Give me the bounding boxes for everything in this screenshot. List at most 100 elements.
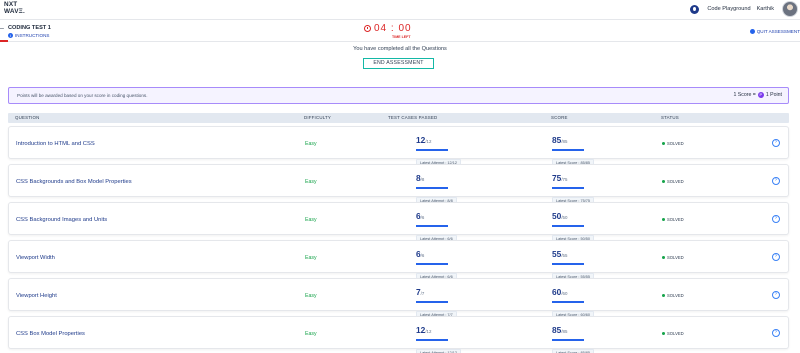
question-name[interactable]: Viewport Height: [16, 293, 57, 299]
completion-message: You have completed all the Questions: [353, 46, 447, 52]
status-badge: SOLVED: [662, 255, 684, 260]
question-name[interactable]: CSS Background Images and Units: [16, 217, 107, 223]
test-cases-total: /12: [425, 329, 432, 334]
score-progress-fill: [552, 149, 584, 151]
score-total: /85: [561, 329, 568, 334]
score-total: /60: [561, 291, 568, 296]
score-total: /85: [561, 139, 568, 144]
arrow-circle-right-icon[interactable]: ›: [772, 253, 780, 261]
latest-score-badge: Latest Score : 85/85: [552, 349, 594, 353]
top-bar: NXT WAVΞ. Code Playground Karthik: [0, 0, 800, 19]
arrow-circle-right-icon[interactable]: ›: [772, 215, 780, 223]
arrow-circle-right-icon[interactable]: ›: [772, 139, 780, 147]
score-progress-fill: [552, 339, 584, 341]
score-progress-bar: [552, 149, 584, 151]
score-progress-bar: [552, 339, 584, 341]
exit-icon: [749, 29, 755, 34]
table-row[interactable]: Viewport Width Easy 6/6 Latest Attempt : 6/…: [8, 240, 789, 281]
column-header-difficulty: DIFFICULTY: [304, 115, 332, 120]
difficulty-label: Easy: [305, 293, 317, 299]
quit-assessment-label: QUIT ASSESSMENT: [756, 29, 800, 34]
countdown-timer: 04 : 00: [364, 23, 412, 34]
score-progress-bar: [552, 263, 584, 265]
points-rate-left: 1 Score =: [733, 92, 756, 98]
timer-value: 04 : 00: [374, 23, 412, 34]
active-tab-indicator: [0, 40, 8, 42]
points-info-text: Points will be awarded based on your sco…: [17, 93, 148, 98]
test-cases-progress-bar: [416, 187, 448, 189]
status-badge: SOLVED: [662, 331, 684, 336]
user-name[interactable]: Karthik: [757, 6, 774, 12]
arrow-circle-right-icon[interactable]: ›: [772, 177, 780, 185]
status-dot-icon: [662, 256, 665, 259]
column-header-test-cases: TEST CASES PASSED: [388, 115, 438, 120]
quit-assessment-link[interactable]: QUIT ASSESSMENT: [749, 29, 800, 34]
score-value: 50: [552, 211, 562, 221]
logo-line-2: WAVΞ.: [4, 7, 25, 15]
score-progress-bar: [552, 187, 584, 189]
score-progress-fill: [552, 301, 584, 303]
test-cases-total: /8: [420, 177, 425, 182]
status-badge: SOLVED: [662, 179, 684, 184]
difficulty-label: Easy: [305, 141, 317, 147]
back-arrow-icon[interactable]: –: [0, 25, 4, 32]
score-progress-bar: [552, 225, 584, 227]
difficulty-label: Easy: [305, 179, 317, 185]
question-name[interactable]: CSS Box Model Properties: [16, 331, 85, 337]
assessment-header: – CODING TEST 1 i INSTRUCTIONS 04 : 00 T…: [0, 19, 800, 42]
test-cases-progress-fill: [416, 187, 448, 189]
test-cases-progress-bar: [416, 263, 448, 265]
avatar[interactable]: [782, 1, 798, 17]
instructions-link[interactable]: i INSTRUCTIONS: [8, 33, 49, 38]
test-cases-total: /12: [425, 139, 432, 144]
test-cases-metric: 12/12 Latest Attempt : 12/12: [416, 320, 464, 353]
score-value: 85: [552, 325, 562, 335]
points-coin-icon: P: [757, 92, 764, 98]
status-label: SOLVED: [667, 141, 684, 146]
question-name[interactable]: Viewport Width: [16, 255, 55, 261]
status-label: SOLVED: [667, 331, 684, 336]
status-label: SOLVED: [667, 217, 684, 222]
alarm-clock-icon: [364, 25, 371, 32]
test-cases-progress-fill: [416, 149, 448, 151]
score-progress-fill: [552, 225, 584, 227]
column-header-question: QUESTION: [15, 115, 40, 120]
time-left-caption: TIME LEFT: [392, 35, 411, 39]
question-name[interactable]: Introduction to HTML and CSS: [16, 141, 95, 147]
end-assessment-button[interactable]: END ASSESSMENT: [363, 58, 434, 69]
score-total: /55: [561, 253, 568, 258]
test-cases-total: /7: [420, 291, 425, 296]
difficulty-label: Easy: [305, 331, 317, 337]
status-badge: SOLVED: [662, 217, 684, 222]
score-metric: 85/85 Latest Score : 85/85: [552, 320, 600, 353]
score-total: /50: [561, 215, 568, 220]
table-row[interactable]: CSS Background Images and Units Easy 6/6 La…: [8, 202, 789, 243]
test-cases-progress-bar: [416, 225, 448, 227]
test-cases-passed: 12: [416, 135, 426, 145]
score-value: 60: [552, 287, 562, 297]
column-header-status: STATUS: [661, 115, 679, 120]
test-cases-progress-fill: [416, 301, 448, 303]
test-cases-progress-fill: [416, 225, 448, 227]
test-title: CODING TEST 1: [8, 25, 51, 31]
table-row[interactable]: CSS Backgrounds and Box Model Properties…: [8, 164, 789, 205]
score-total: /75: [561, 177, 568, 182]
arrow-circle-right-icon[interactable]: ›: [772, 291, 780, 299]
code-playground-link[interactable]: Code Playground: [707, 6, 750, 12]
table-row[interactable]: Introduction to HTML and CSS Easy 12/12 Lat…: [8, 126, 789, 167]
difficulty-label: Easy: [305, 217, 317, 223]
column-header-score: SCORE: [551, 115, 568, 120]
top-bar-right: Code Playground Karthik: [690, 1, 798, 17]
score-value: 85: [552, 135, 562, 145]
status-dot-icon: [662, 294, 665, 297]
nxtwave-logo[interactable]: NXT WAVΞ.: [4, 1, 25, 15]
table-row[interactable]: Viewport Height Easy 7/7 Latest Attempt : 7…: [8, 278, 789, 319]
score-progress-fill: [552, 187, 584, 189]
nxtwave-brand-icon[interactable]: [690, 4, 700, 14]
test-cases-progress-bar: [416, 301, 448, 303]
question-name[interactable]: CSS Backgrounds and Box Model Properties: [16, 179, 132, 185]
score-value: 75: [552, 173, 562, 183]
points-rate: 1 Score = P 1 Point: [733, 92, 782, 98]
table-row[interactable]: CSS Box Model Properties Easy 12/12 Latest …: [8, 316, 789, 353]
arrow-circle-right-icon[interactable]: ›: [772, 329, 780, 337]
